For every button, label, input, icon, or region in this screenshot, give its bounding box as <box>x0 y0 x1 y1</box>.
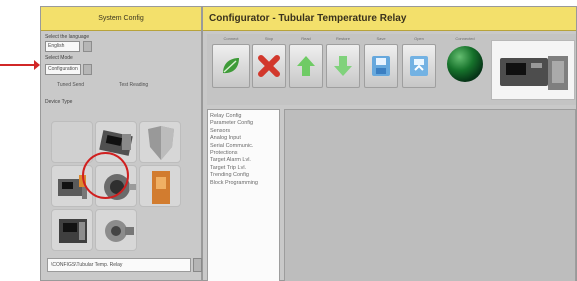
configurator-window: Configurator - Tubular Temperature Relay… <box>202 6 577 281</box>
device-preview <box>491 34 576 100</box>
stop-label: Stop <box>264 36 274 41</box>
window-title: Configurator - Tubular Temperature Relay <box>203 7 576 31</box>
mode-select[interactable]: Configuration <box>45 64 81 75</box>
language-dropdown-button[interactable] <box>83 41 92 52</box>
restore-button[interactable] <box>326 44 360 88</box>
save-tool[interactable]: Save <box>364 34 398 100</box>
mode-dropdown-button[interactable] <box>83 64 92 75</box>
open-file-icon <box>410 56 428 76</box>
connect-label: Connect <box>223 36 239 41</box>
device-type-grid <box>51 121 201 261</box>
menu-item-serial-communication[interactable]: Serial Communic. <box>210 143 277 150</box>
read-button[interactable] <box>289 44 323 88</box>
language-select[interactable]: English <box>45 41 80 52</box>
mode-label: Select Mode <box>45 55 73 61</box>
device-type-label: Device Type <box>45 99 73 105</box>
panel-meter-device-thumb[interactable] <box>51 209 93 251</box>
save-label: Save <box>376 36 386 41</box>
temperature-relay-device-thumb[interactable] <box>95 121 137 163</box>
device-image <box>491 40 575 100</box>
tuned-send-radio[interactable]: Tuned Send <box>57 82 84 88</box>
close-icon <box>258 55 280 77</box>
orange-transmitter-device-thumb[interactable] <box>139 165 181 207</box>
test-reading-radio[interactable]: Test Reading <box>119 82 148 88</box>
arrow-down-icon <box>334 56 352 76</box>
save-button[interactable] <box>364 44 398 88</box>
open-button[interactable] <box>402 44 436 88</box>
save-disk-icon <box>372 56 390 76</box>
connected-status: Connected <box>442 34 488 100</box>
leaf-icon <box>223 58 239 74</box>
connect-tool[interactable]: Connect <box>212 34 250 100</box>
configuration-menu: Relay Config Parameter Config Sensors An… <box>207 109 280 281</box>
menu-item-protections[interactable]: Protections <box>210 150 277 157</box>
read-label: Read <box>301 36 311 41</box>
menu-item-target-alarm-level[interactable]: Target Alarm Lvl. <box>210 157 277 164</box>
open-label: Open <box>414 36 424 41</box>
menu-item-block-programming[interactable]: Block Programming <box>210 180 277 187</box>
config-file-path[interactable]: \CONFIGS\Tubular Temp. Relay <box>47 258 191 272</box>
tubular-relay-device-icon <box>500 56 568 90</box>
connection-status-indicator-icon <box>447 46 483 82</box>
system-config-title: System Config <box>41 7 201 31</box>
stop-tool[interactable]: Stop <box>252 34 286 100</box>
restore-label: Restore <box>335 36 350 41</box>
blank-device-thumb[interactable] <box>51 121 93 163</box>
restore-tool[interactable]: Restore <box>326 34 360 100</box>
shield-device-thumb[interactable] <box>139 121 181 163</box>
menu-item-relay-config[interactable]: Relay Config <box>210 113 277 120</box>
pointer-arrow-icon <box>0 60 40 70</box>
connected-label: Connected <box>455 36 475 41</box>
read-tool[interactable]: Read <box>289 34 323 100</box>
browse-file-button[interactable] <box>193 258 202 272</box>
tubular-relay-device-thumb[interactable] <box>51 165 93 207</box>
round-sensor-device-thumb[interactable] <box>95 209 137 251</box>
connect-button[interactable] <box>212 44 250 88</box>
menu-item-sensors[interactable]: Sensors <box>210 128 277 135</box>
menu-item-parameter-config[interactable]: Parameter Config <box>210 120 277 127</box>
menu-item-trending-config[interactable]: Trending Config <box>210 172 277 179</box>
menu-item-target-trip-level[interactable]: Target Trip Lvl. <box>210 165 277 172</box>
stop-button[interactable] <box>252 44 286 88</box>
open-tool[interactable]: Open <box>402 34 436 100</box>
system-config-panel: System Config Select the language Englis… <box>40 6 202 281</box>
motor-device-thumb[interactable] <box>95 165 137 207</box>
toolbar: Connect Stop Read Restore Save Open Conn… <box>207 34 576 105</box>
screenshot: System Config Select the language Englis… <box>0 0 577 281</box>
menu-item-analog-input[interactable]: Analog Input <box>210 135 277 142</box>
language-label: Select the language <box>45 34 90 40</box>
arrow-up-icon <box>297 56 315 76</box>
content-area <box>284 109 576 281</box>
